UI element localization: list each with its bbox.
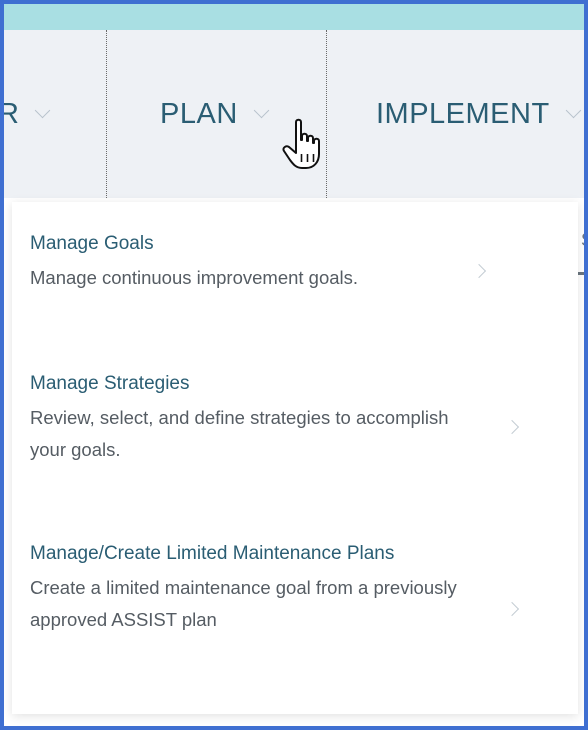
nav-item-previous[interactable]: R bbox=[0, 98, 51, 131]
background-peek-text: S bbox=[581, 230, 584, 251]
chevron-down-icon bbox=[253, 102, 270, 119]
dropdown-item-title: Manage/Create Limited Maintenance Plans bbox=[30, 543, 395, 564]
nav-item-label: PLAN bbox=[160, 98, 238, 130]
main-navbar: R PLAN IMPLEMENT bbox=[4, 30, 584, 198]
dropdown-item-manage-goals[interactable]: Manage Goals Manage continuous improveme… bbox=[30, 228, 530, 294]
nav-item-label: IMPLEMENT bbox=[376, 98, 550, 130]
dropdown-item-title: Manage Goals bbox=[30, 233, 154, 254]
nav-item-implement[interactable]: IMPLEMENT bbox=[376, 98, 581, 131]
dropdown-item-limited-maintenance-plans[interactable]: Manage/Create Limited Maintenance Plans … bbox=[30, 538, 530, 636]
dropdown-item-manage-strategies[interactable]: Manage Strategies Review, select, and de… bbox=[30, 368, 530, 466]
dropdown-item-title: Manage Strategies bbox=[30, 373, 190, 394]
hand-pointer-icon bbox=[282, 118, 320, 169]
nav-item-plan[interactable]: PLAN bbox=[160, 98, 270, 131]
chevron-down-icon bbox=[35, 102, 51, 119]
top-accent-bar bbox=[4, 4, 584, 30]
nav-separator bbox=[106, 30, 107, 198]
nav-separator bbox=[326, 30, 327, 198]
nav-item-label: R bbox=[0, 98, 20, 130]
chevron-down-icon bbox=[565, 102, 581, 119]
dropdown-item-description: Manage continuous improvement goals. bbox=[30, 267, 359, 288]
dropdown-item-description: Create a limited maintenance goal from a… bbox=[30, 577, 457, 630]
dropdown-item-description: Review, select, and define strategies to… bbox=[30, 407, 449, 460]
plan-dropdown-menu: Manage Goals Manage continuous improveme… bbox=[12, 202, 578, 714]
screenshot-frame: R PLAN IMPLEMENT S Manage Goals Manage c… bbox=[0, 0, 588, 730]
